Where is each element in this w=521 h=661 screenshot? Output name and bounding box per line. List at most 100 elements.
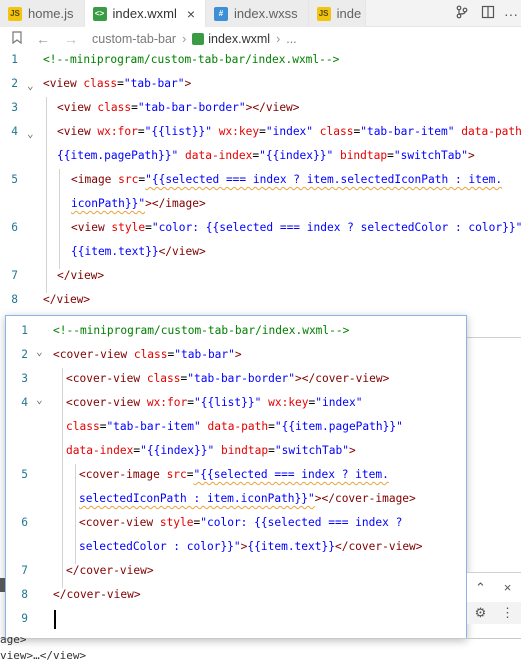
- line-number: 8: [21, 588, 28, 601]
- forward-arrow-icon[interactable]: →: [64, 31, 78, 47]
- tab-index-js[interactable]: JS inde: [308, 0, 367, 27]
- code-token: =: [145, 221, 152, 234]
- code-line[interactable]: 1 <!--miniprogram/custom-tab-bar/index.wx…: [6, 319, 466, 343]
- code-token: wx:for: [97, 125, 138, 138]
- breadcrumb-more[interactable]: ...: [286, 32, 296, 46]
- code-line[interactable]: selectedIconPath : item.iconPath}}"></co…: [6, 487, 466, 511]
- wxml-file-icon: [192, 33, 205, 45]
- back-arrow-icon[interactable]: ←: [36, 31, 50, 47]
- code-token: style: [111, 221, 146, 234]
- code-token: data-index: [185, 149, 253, 162]
- code-line[interactable]: 4 <cover-view wx:for="{{list}}" wx:key="i…: [6, 391, 466, 415]
- tab-label: index.wxml: [112, 6, 177, 21]
- code-line[interactable]: 9: [6, 607, 466, 631]
- line-text: <cover-image src="{{selected === index ?…: [79, 463, 389, 487]
- code-token: "{{item.pagePath}}": [274, 420, 403, 433]
- bottom-panel: age> view>…</view>: [0, 633, 521, 661]
- code-line[interactable]: 2 <cover-view class="tab-bar">: [6, 343, 466, 367]
- code-line[interactable]: 7 </view>: [0, 264, 521, 288]
- code-token: <cover-view: [66, 396, 147, 409]
- close-icon[interactable]: ×: [494, 580, 521, 595]
- line-text: class="tab-bar-item" data-path="{{item.p…: [66, 415, 403, 439]
- line-text: <view wx:for="{{list}}" wx:key="index" c…: [57, 120, 521, 144]
- breadcrumb-folder[interactable]: custom-tab-bar: [92, 32, 176, 46]
- code-editor[interactable]: ⌄ ⌄ 1 <!--miniprogram/custom-tab-bar/inde…: [0, 51, 521, 316]
- panel-divider: [467, 337, 521, 338]
- code-token: "{{index}}": [259, 149, 334, 162]
- code-token: ></cover-view>: [295, 372, 390, 385]
- gear-icon[interactable]: ⚙: [467, 605, 494, 621]
- code-line[interactable]: data-index="{{index}}" bindtap="switchTa…: [6, 439, 466, 463]
- code-token: =: [187, 396, 194, 409]
- code-token: >: [467, 149, 475, 162]
- bottom-text-line: view>…</view>: [0, 649, 87, 661]
- line-text: <cover-view wx:for="{{list}}" wx:key="in…: [66, 391, 362, 415]
- js-file-icon: JS: [8, 6, 22, 21]
- js-file-icon: JS: [316, 6, 331, 21]
- line-text: </view>: [57, 264, 104, 288]
- code-token: </view>: [43, 293, 91, 306]
- code-line[interactable]: iconPath}}"></image>: [0, 192, 521, 216]
- code-line[interactable]: 7 </cover-view>: [6, 559, 466, 583]
- code-token: >: [184, 77, 192, 90]
- tab-index-wxss[interactable]: # index.wxss: [206, 0, 309, 27]
- code-line[interactable]: 1 <!--miniprogram/custom-tab-bar/index.wx…: [0, 48, 521, 72]
- code-token: =: [117, 77, 124, 90]
- code-token: "tab-bar": [174, 348, 235, 361]
- code-token: <cover-view: [53, 348, 134, 361]
- code-line[interactable]: {{item.text}}</view>: [0, 240, 521, 264]
- code-token: style: [159, 516, 194, 529]
- chevron-right-icon: ›: [276, 32, 281, 46]
- code-line[interactable]: 6 <view style="color: {{selected === inde…: [0, 216, 521, 240]
- code-token: </cover-view>: [334, 540, 423, 553]
- line-number: 5: [11, 173, 18, 186]
- code-token: "index": [265, 125, 314, 138]
- code-token: <view: [57, 101, 98, 114]
- more-actions-icon[interactable]: ⋮: [494, 605, 521, 621]
- code-line[interactable]: 8 </cover-view>: [6, 583, 466, 607]
- source-control-icon[interactable]: [449, 5, 475, 22]
- code-line[interactable]: 3 <cover-view class="tab-bar-border"></co…: [6, 367, 466, 391]
- code-token: <cover-view: [79, 516, 160, 529]
- code-line[interactable]: 4 <view wx:for="{{list}}" wx:key="index" …: [0, 120, 521, 144]
- code-line[interactable]: 8 </view>: [0, 288, 521, 312]
- code-token: =: [259, 125, 266, 138]
- tab-home-js[interactable]: JS home.js: [0, 0, 85, 27]
- code-line[interactable]: {{item.pagePath}}" data-index = "{{index}}…: [0, 144, 521, 168]
- code-token: >: [348, 444, 356, 457]
- line-text: <cover-view style="color: {{selected ===…: [79, 511, 402, 535]
- line-text: <view class="tab-bar">: [43, 72, 191, 96]
- code-token: =: [268, 444, 275, 457]
- peek-popup[interactable]: ⌄ ⌄ 1 <!--miniprogram/custom-tab-bar/inde…: [5, 315, 467, 639]
- code-token: data-index: [66, 444, 134, 457]
- code-line[interactable]: 2 <view class="tab-bar">: [0, 72, 521, 96]
- code-line[interactable]: 5 <cover-image src="{{selected === index …: [6, 463, 466, 487]
- tab-index-wxml[interactable]: <> index.wxml ×: [84, 0, 207, 27]
- close-icon[interactable]: ×: [187, 6, 195, 22]
- line-text: iconPath}}"></image>: [71, 192, 206, 216]
- code-line[interactable]: 3 <view class="tab-bar-border"></view>: [0, 96, 521, 120]
- code-token: =: [131, 101, 138, 114]
- code-token: "switchTab": [393, 149, 468, 162]
- editor-tab-bar: JS home.js <> index.wxml × # index.wxss …: [0, 0, 521, 27]
- code-token: data-path: [207, 420, 269, 433]
- code-line[interactable]: class="tab-bar-item" data-path="{{item.p…: [6, 415, 466, 439]
- line-number: 6: [11, 221, 18, 234]
- code-line[interactable]: 5 <image src="{{selected === index ? item…: [0, 168, 521, 192]
- split-editor-icon[interactable]: [475, 5, 501, 22]
- line-text: data-index="{{index}}" bindtap="switchTa…: [66, 439, 356, 463]
- chevron-up-icon[interactable]: ⌃: [467, 580, 494, 596]
- code-line[interactable]: selectedColor : color}}">{{item.text}}</…: [6, 535, 466, 559]
- line-text: <image src="{{selected === index ? item.…: [71, 168, 502, 192]
- bookmark-icon[interactable]: [12, 31, 22, 47]
- breadcrumb-file[interactable]: index.wxml: [208, 32, 270, 46]
- code-token: wx:key: [218, 125, 260, 138]
- code-line[interactable]: 6 <cover-view style="color: {{selected ==…: [6, 511, 466, 535]
- line-text: <!--miniprogram/custom-tab-bar/index.wxm…: [53, 319, 349, 343]
- more-actions-icon[interactable]: ···: [501, 6, 521, 22]
- code-token: class: [319, 125, 354, 138]
- code-token: ></image>: [145, 197, 206, 210]
